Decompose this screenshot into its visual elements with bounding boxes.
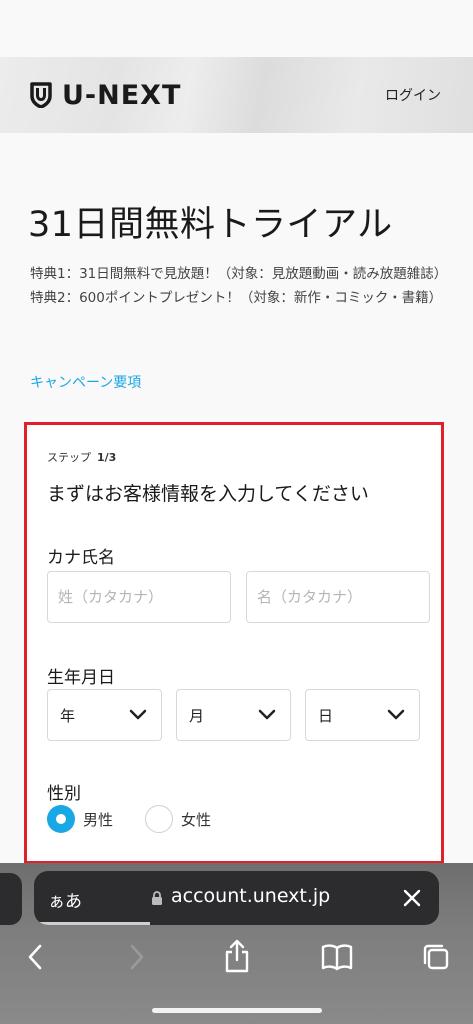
safari-browser-chrome: ぁあ account.unext.jp xyxy=(0,863,473,1024)
forward-icon[interactable] xyxy=(128,943,146,971)
gender-male-radio[interactable]: 男性 xyxy=(47,804,113,834)
page-title: 31日間無料トライアル xyxy=(28,205,393,245)
birth-year-value: 年 xyxy=(60,706,76,725)
url-text[interactable]: account.unext.jp xyxy=(171,885,330,907)
chevron-down-icon xyxy=(387,709,405,720)
previous-tab-peek[interactable] xyxy=(0,873,22,925)
birth-month-select[interactable]: 月 xyxy=(176,689,291,741)
first-name-kana-input[interactable] xyxy=(246,571,430,623)
page-load-progress xyxy=(34,922,150,925)
last-name-kana-input[interactable] xyxy=(47,571,231,623)
birth-year-select[interactable]: 年 xyxy=(47,689,162,741)
share-icon[interactable] xyxy=(224,939,250,973)
tabs-icon[interactable] xyxy=(422,943,450,971)
home-indicator xyxy=(152,1008,322,1013)
bookmarks-icon[interactable] xyxy=(321,943,353,971)
birthdate-label: 生年月日 xyxy=(47,668,115,688)
gender-label: 性別 xyxy=(47,784,81,804)
back-icon[interactable] xyxy=(26,943,44,971)
address-bar[interactable]: ぁあ account.unext.jp xyxy=(34,871,439,925)
benefit-1: 特典1：31日間無料で見放題！（対象：見放題動画・読み放題雑誌） xyxy=(30,266,448,282)
site-header: U-NEXT ログイン xyxy=(0,57,473,133)
page-settings-button[interactable]: ぁあ xyxy=(48,887,82,912)
birth-day-value: 日 xyxy=(318,706,334,725)
step-indicator: ステップ 1/3 xyxy=(47,449,116,465)
benefits-text: 特典1：31日間無料で見放題！（対象：見放題動画・読み放題雑誌） 特典2：600… xyxy=(30,262,450,310)
close-icon[interactable] xyxy=(403,889,421,907)
logo-text: U-NEXT xyxy=(62,79,182,111)
unext-logo[interactable]: U-NEXT xyxy=(30,79,181,111)
step-label: ステップ xyxy=(47,451,91,464)
birth-month-value: 月 xyxy=(189,706,205,725)
kana-name-label: カナ氏名 xyxy=(47,548,115,568)
gender-male-label: 男性 xyxy=(83,810,114,829)
form-heading: まずはお客様情報を入力してください xyxy=(47,483,369,505)
step-count: 1/3 xyxy=(97,451,117,464)
gender-female-label: 女性 xyxy=(181,810,212,829)
chevron-down-icon xyxy=(258,709,276,720)
login-link[interactable]: ログイン xyxy=(385,85,441,105)
radio-unselected-icon xyxy=(145,805,173,833)
status-bar xyxy=(0,0,473,57)
benefit-2: 特典2：600ポイントプレゼント！（対象：新作・コミック・書籍） xyxy=(30,290,443,306)
birth-day-select[interactable]: 日 xyxy=(305,689,420,741)
lock-icon xyxy=(152,891,162,905)
radio-selected-icon xyxy=(47,805,75,833)
chevron-down-icon xyxy=(129,709,147,720)
registration-form: ステップ1/3 まずはお客様情報を入力してください カナ氏名 生年月日 年 月 … xyxy=(24,422,444,864)
gender-female-radio[interactable]: 女性 xyxy=(145,804,211,834)
campaign-terms-link[interactable]: キャンペーン要項 xyxy=(30,372,141,392)
unext-shield-icon xyxy=(30,82,52,108)
